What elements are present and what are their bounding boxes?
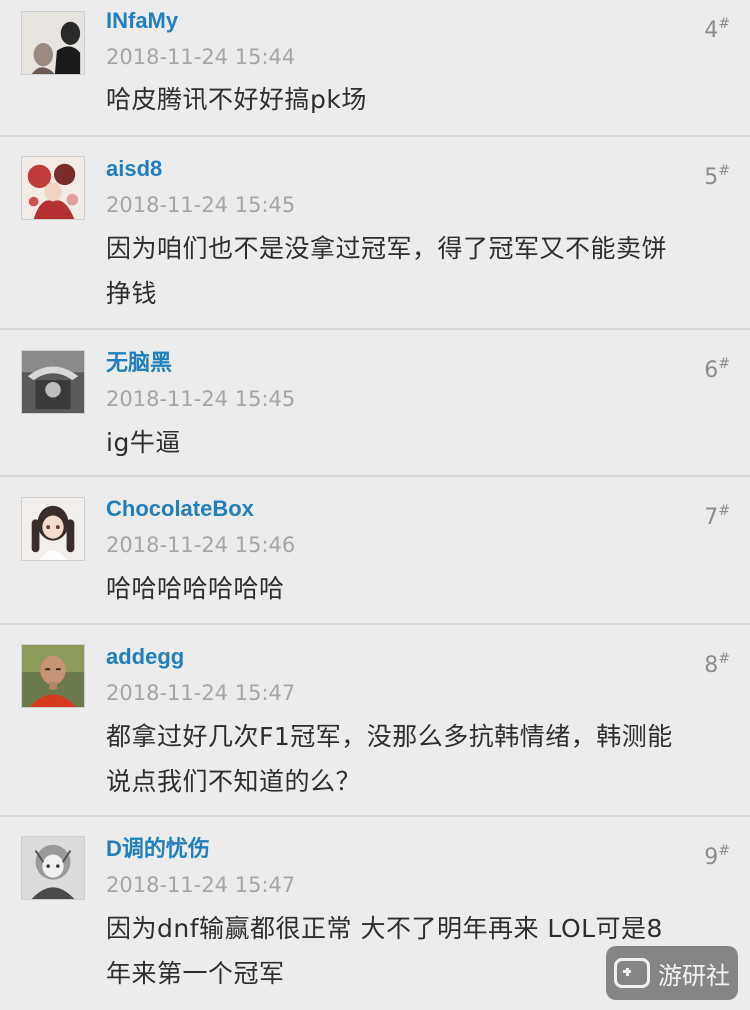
user-avatar[interactable]	[21, 11, 85, 75]
avatar-image	[22, 12, 84, 74]
user-avatar[interactable]	[21, 836, 85, 900]
comment-item: ChocolateBox 2018-11-24 15:46 哈哈哈哈哈哈哈 7#	[0, 477, 750, 625]
timestamp: 2018-11-24 15:46	[106, 533, 296, 557]
comment-text: 哈皮腾讯不好好搞pk场	[106, 77, 736, 122]
floor-suffix: #	[718, 16, 730, 32]
watermark: 游研社	[606, 946, 738, 1000]
comment-item: 无脑黑 2018-11-24 15:45 ig牛逼 6#	[0, 330, 750, 477]
floor-value: 5	[704, 165, 719, 190]
comment-list: INfaMy 2018-11-24 15:44 哈皮腾讯不好好搞pk场 4# a…	[0, 0, 750, 1010]
comment-line: 因为dnf输赢都很正常 大不了明年再来 LOL可是8	[106, 914, 663, 943]
floor-suffix: #	[718, 651, 730, 667]
comment-text: 哈哈哈哈哈哈哈	[106, 566, 736, 611]
floor-suffix: #	[718, 503, 730, 519]
avatar-image	[22, 351, 84, 413]
floor-number: 5#	[704, 159, 730, 190]
comment-line: 说点我们不知道的么？	[106, 767, 362, 796]
comment-line: 哈哈哈哈哈哈哈	[106, 574, 285, 603]
avatar-image	[22, 498, 84, 560]
floor-number: 9#	[704, 839, 730, 870]
user-avatar[interactable]	[21, 497, 85, 561]
floor-suffix: #	[718, 843, 730, 859]
floor-number: 8#	[704, 647, 730, 678]
comment-line: 因为咱们也不是没拿过冠军，得了冠军又不能卖饼	[106, 234, 668, 263]
gamepad-icon	[614, 958, 650, 988]
comment-line: ig牛逼	[106, 428, 181, 457]
floor-value: 6	[704, 358, 719, 383]
timestamp: 2018-11-24 15:45	[106, 193, 296, 217]
floor-number: 4#	[704, 12, 730, 43]
floor-value: 9	[704, 845, 719, 870]
timestamp: 2018-11-24 15:45	[106, 387, 296, 411]
floor-value: 8	[704, 653, 719, 678]
comment-item: INfaMy 2018-11-24 15:44 哈皮腾讯不好好搞pk场 4#	[0, 0, 750, 137]
username[interactable]: 无脑黑	[106, 350, 172, 376]
comment-line: 挣钱	[106, 279, 158, 308]
floor-suffix: #	[718, 356, 730, 372]
floor-suffix: #	[718, 163, 730, 179]
comment-text: ig牛逼	[106, 420, 736, 465]
user-avatar[interactable]	[21, 350, 85, 414]
username[interactable]: D调的忧伤	[106, 836, 210, 862]
username[interactable]: INfaMy	[106, 8, 178, 34]
comment-line: 都拿过好几次F1冠军，没那么多抗韩情绪，韩测能	[106, 722, 673, 751]
username[interactable]: ChocolateBox	[106, 496, 254, 522]
avatar-image	[22, 157, 84, 219]
avatar-image	[22, 645, 84, 707]
watermark-text: 游研社	[658, 961, 730, 990]
user-avatar[interactable]	[21, 156, 85, 220]
user-avatar[interactable]	[21, 644, 85, 708]
comment-text: 都拿过好几次F1冠军，没那么多抗韩情绪，韩测能 说点我们不知道的么？	[106, 714, 736, 804]
floor-value: 4	[704, 18, 719, 43]
comment-line: 哈皮腾讯不好好搞pk场	[106, 85, 367, 114]
timestamp: 2018-11-24 15:47	[106, 873, 296, 897]
floor-number: 7#	[704, 499, 730, 530]
floor-value: 7	[704, 505, 719, 530]
comment-item: addegg 2018-11-24 15:47 都拿过好几次F1冠军，没那么多抗…	[0, 625, 750, 817]
comment-text: 因为咱们也不是没拿过冠军，得了冠军又不能卖饼 挣钱	[106, 226, 736, 316]
avatar-image	[22, 837, 84, 899]
timestamp: 2018-11-24 15:44	[106, 45, 296, 69]
username[interactable]: addegg	[106, 644, 184, 670]
timestamp: 2018-11-24 15:47	[106, 681, 296, 705]
comment-item: aisd8 2018-11-24 15:45 因为咱们也不是没拿过冠军，得了冠军…	[0, 137, 750, 330]
floor-number: 6#	[704, 352, 730, 383]
username[interactable]: aisd8	[106, 156, 162, 182]
